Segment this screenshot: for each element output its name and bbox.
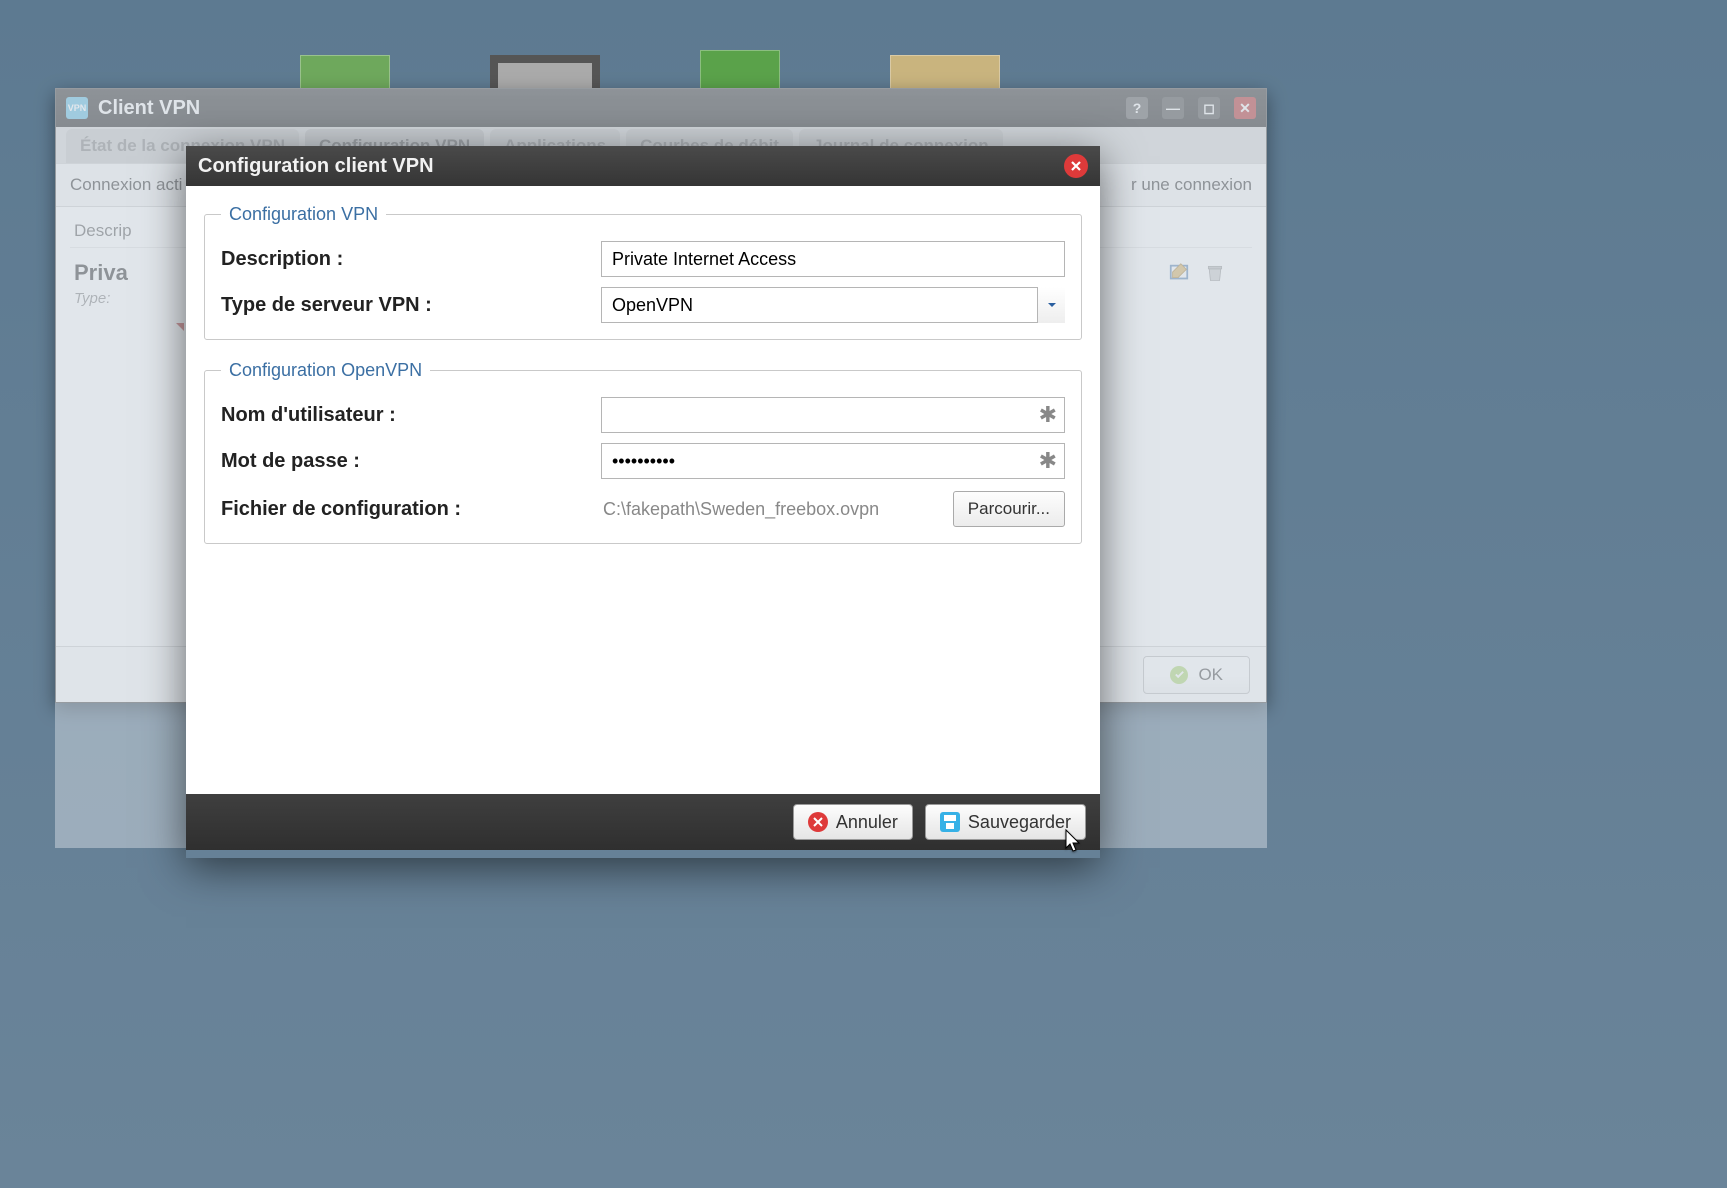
required-asterisk-icon: ✱: [1039, 448, 1057, 474]
dialog-title: Configuration client VPN: [198, 155, 434, 178]
close-button[interactable]: ✕: [1234, 97, 1256, 119]
browse-button[interactable]: Parcourir...: [953, 491, 1065, 527]
active-indicator-icon: [176, 323, 184, 331]
group-openvpn-config: Configuration OpenVPN Nom d'utilisateur …: [204, 360, 1082, 544]
app-icon: VPN: [66, 97, 88, 119]
maximize-button[interactable]: ◻: [1198, 97, 1220, 119]
help-button[interactable]: ?: [1126, 97, 1148, 119]
delete-icon[interactable]: [1202, 260, 1228, 286]
ok-button[interactable]: OK: [1143, 656, 1250, 694]
cancel-icon: [808, 812, 828, 832]
save-button-label: Sauvegarder: [968, 812, 1071, 833]
username-input[interactable]: [601, 397, 1065, 433]
toolbar-left-text: Connexion acti: [70, 175, 182, 195]
description-input[interactable]: [601, 241, 1065, 277]
server-type-label: Type de serveur VPN :: [221, 294, 601, 317]
chevron-down-icon[interactable]: [1037, 287, 1065, 323]
configfile-path: C:\fakepath\Sweden_freebox.ovpn: [601, 499, 953, 520]
group-openvpn-legend: Configuration OpenVPN: [221, 360, 430, 381]
group-vpn-legend: Configuration VPN: [221, 204, 386, 225]
vpn-config-dialog: Configuration client VPN Configuration V…: [186, 146, 1100, 850]
server-type-select[interactable]: [601, 287, 1065, 323]
password-label: Mot de passe :: [221, 450, 601, 473]
required-asterisk-icon: ✱: [1039, 402, 1057, 428]
configfile-label: Fichier de configuration :: [221, 498, 601, 521]
check-icon: [1170, 666, 1188, 684]
password-input[interactable]: [601, 443, 1065, 479]
cancel-button[interactable]: Annuler: [793, 804, 913, 840]
window-title: Client VPN: [98, 97, 200, 120]
ok-button-label: OK: [1198, 665, 1223, 685]
username-label: Nom d'utilisateur :: [221, 404, 601, 427]
minimize-button[interactable]: —: [1162, 97, 1184, 119]
save-icon: [940, 812, 960, 832]
group-vpn-config: Configuration VPN Description : Type de …: [204, 204, 1082, 340]
cancel-button-label: Annuler: [836, 812, 898, 833]
window-titlebar: VPN Client VPN ? — ◻ ✕: [56, 89, 1266, 127]
dialog-close-button[interactable]: [1064, 154, 1088, 178]
description-label: Description :: [221, 248, 601, 271]
edit-icon[interactable]: [1166, 260, 1192, 286]
save-button[interactable]: Sauvegarder: [925, 804, 1086, 840]
dialog-titlebar: Configuration client VPN: [186, 146, 1100, 186]
dialog-footer: Annuler Sauvegarder: [186, 794, 1100, 850]
toolbar-right-text: r une connexion: [1131, 175, 1252, 195]
